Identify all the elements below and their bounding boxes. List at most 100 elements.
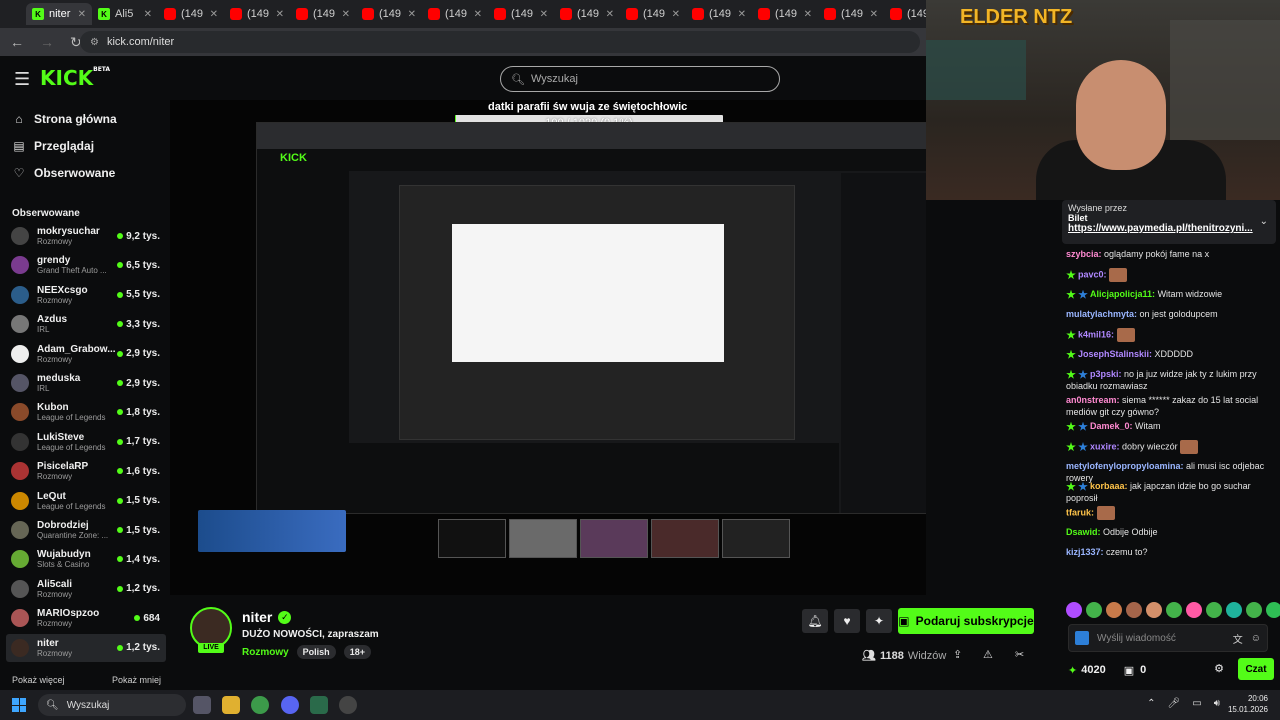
close-icon[interactable]: ✕	[144, 9, 152, 20]
emote[interactable]	[1186, 602, 1202, 618]
chat-username[interactable]: k4mil16	[1078, 329, 1111, 339]
volume-icon[interactable]: 🔊︎	[1214, 698, 1220, 709]
emote[interactable]	[1266, 602, 1280, 618]
microphone-icon[interactable]: 🎤︎	[1168, 698, 1181, 709]
sidebar-channel[interactable]: Adam_Grabow... Rozmowy 2,9 tys.	[6, 340, 166, 368]
chevron-up-icon[interactable]: ⌃	[1147, 698, 1155, 709]
system-clock[interactable]: 20:06 15.01.2026	[1228, 693, 1268, 715]
chat-username[interactable]: Damek_0	[1090, 421, 1130, 431]
close-icon[interactable]: ✕	[408, 9, 416, 20]
chrome-icon[interactable]	[251, 696, 269, 714]
task-view-icon[interactable]	[193, 696, 211, 714]
emote-badge-icon[interactable]	[1075, 631, 1089, 645]
sidebar-channel[interactable]: grendy Grand Theft Auto ... 6,5 tys.	[6, 251, 166, 279]
translate-icon[interactable]: 文	[1233, 631, 1243, 646]
emote[interactable]	[1126, 602, 1142, 618]
close-icon[interactable]: ✕	[672, 9, 680, 20]
close-icon[interactable]: ✕	[540, 9, 548, 20]
emote[interactable]	[1226, 602, 1242, 618]
emote[interactable]	[1246, 602, 1262, 618]
network-icon[interactable]: ▭	[1192, 698, 1201, 709]
sidebar-channel[interactable]: LukiSteve League of Legends 1,7 tys.	[6, 428, 166, 456]
clip-icon[interactable]: ✂	[1015, 648, 1024, 661]
report-icon[interactable]: ⚠	[983, 648, 993, 661]
forward-icon[interactable]: →	[40, 34, 54, 50]
show-less-link[interactable]: Pokaż mniej	[112, 675, 161, 685]
emote[interactable]	[1086, 602, 1102, 618]
sidebar-channel[interactable]: Wujabudyn Slots & Casino 1,4 tys.	[6, 545, 166, 573]
sidebar-nav-1[interactable]: ⌂ Strona główna	[12, 112, 116, 126]
browser-tab[interactable]: (149 ✕	[290, 3, 356, 25]
pinned-message[interactable]: Wysłane przez Bilet https://www.paymedia…	[1062, 200, 1276, 244]
chat-username[interactable]: metylofenylopropyloamina	[1066, 461, 1181, 471]
boost-button[interactable]: ✦	[866, 609, 892, 633]
sidebar-channel[interactable]: niter Rozmowy 1,2 tys.	[6, 633, 166, 662]
browser-tab[interactable]: (149 ✕	[554, 3, 620, 25]
chat-username[interactable]: xuxire	[1090, 441, 1117, 451]
sidebar-channel[interactable]: PisicelaRP Rozmowy 1,6 tys.	[6, 457, 166, 485]
emote[interactable]	[1206, 602, 1222, 618]
close-icon[interactable]: ✕	[210, 9, 218, 20]
back-icon[interactable]: ←	[10, 34, 24, 50]
emote[interactable]	[1166, 602, 1182, 618]
browser-tab[interactable]: Kniter ✕	[26, 3, 92, 25]
browser-tab[interactable]: (149 ✕	[752, 3, 818, 25]
sidebar-channel[interactable]: Ali5cali Rozmowy 1,2 tys.	[6, 575, 166, 603]
obs-icon[interactable]	[339, 696, 357, 714]
gift-subscription-button[interactable]: ▣ Podaruj subskrypcje	[898, 608, 1034, 634]
browser-tab[interactable]: (149 ✕	[422, 3, 488, 25]
browser-tab[interactable]: (149 ✕	[686, 3, 752, 25]
url-field[interactable]: ⚙ kick.com/niter	[80, 31, 920, 53]
browser-tab[interactable]: (149 ✕	[224, 3, 290, 25]
sidebar-channel[interactable]: Kubon League of Legends 1,8 tys.	[6, 398, 166, 426]
close-icon[interactable]: ✕	[738, 9, 746, 20]
emote[interactable]	[1106, 602, 1122, 618]
close-icon[interactable]: ✕	[804, 9, 812, 20]
share-icon[interactable]: ⇪	[953, 648, 962, 661]
close-icon[interactable]: ✕	[474, 9, 482, 20]
menu-icon[interactable]: ☰	[14, 69, 30, 90]
browser-tab[interactable]: K Ali5 ✕	[92, 3, 158, 25]
sidebar-channel[interactable]: mokrysuchar Rozmowy 9,2 tys.	[6, 222, 166, 250]
sidebar-channel[interactable]: meduska IRL 2,9 tys.	[6, 369, 166, 397]
sidebar-channel[interactable]: Azdus IRL 3,3 tys.	[6, 310, 166, 338]
chat-username[interactable]: Dsawid	[1066, 527, 1098, 537]
settings-icon[interactable]: ⚙	[1214, 662, 1224, 675]
browser-tab[interactable]: (149 ✕	[818, 3, 884, 25]
kick-logo[interactable]: KICKBETA	[40, 66, 110, 90]
close-icon[interactable]: ✕	[342, 9, 350, 20]
search-input[interactable]: 🔍︎ Wyszukaj	[500, 66, 780, 92]
send-chat-button[interactable]: Czat	[1238, 658, 1274, 680]
sidebar-channel[interactable]: NEEXcsgo Rozmowy 5,5 tys.	[6, 281, 166, 309]
browser-tab[interactable]: (149 ✕	[356, 3, 422, 25]
chat-input[interactable]: Wyślij wiadomość 文 ☺	[1068, 624, 1268, 652]
windows-start-icon[interactable]	[12, 698, 26, 712]
streamer-name[interactable]: niter ✓	[242, 609, 292, 625]
chat-username[interactable]: szybcia	[1066, 249, 1099, 259]
close-icon[interactable]: ✕	[276, 9, 284, 20]
chat-username[interactable]: kizj1337	[1066, 547, 1101, 557]
close-icon[interactable]: ✕	[606, 9, 614, 20]
bell-button[interactable]: 🔔︎	[802, 609, 828, 633]
sidebar-channel[interactable]: LeQut League of Legends 1,5 tys.	[6, 487, 166, 515]
follow-button[interactable]: ♥	[834, 609, 860, 633]
site-info-icon[interactable]: ⚙	[90, 37, 99, 48]
close-icon[interactable]: ✕	[870, 9, 878, 20]
chat-username[interactable]: pavc0	[1078, 269, 1104, 279]
points-icon[interactable]: ✦	[1068, 664, 1077, 677]
close-icon[interactable]: ✕	[78, 9, 86, 20]
sidebar-nav-3[interactable]: ♡ Obserwowane	[12, 166, 116, 180]
taskbar-search-input[interactable]: 🔍︎ Wyszukaj	[38, 694, 186, 716]
sidebar-channel[interactable]: Dobrodziej Quarantine Zone: ... 1,5 tys.	[6, 516, 166, 544]
excel-icon[interactable]	[310, 696, 328, 714]
chevron-down-icon[interactable]: ⌄	[1260, 216, 1268, 227]
discord-icon[interactable]	[281, 696, 299, 714]
sidebar-channel[interactable]: MARIOspzoo Rozmowy 684	[6, 604, 166, 632]
browser-tab[interactable]: (149 ✕	[158, 3, 224, 25]
chat-username[interactable]: p3pski	[1090, 369, 1119, 379]
file-explorer-icon[interactable]	[222, 696, 240, 714]
video-player[interactable]: datki parafii św wuja ze świętochłowic 1…	[170, 100, 926, 595]
browser-tab[interactable]: (149 ✕	[620, 3, 686, 25]
browser-tab[interactable]: (149 ✕	[488, 3, 554, 25]
tag-pill[interactable]: 18+	[343, 645, 371, 659]
